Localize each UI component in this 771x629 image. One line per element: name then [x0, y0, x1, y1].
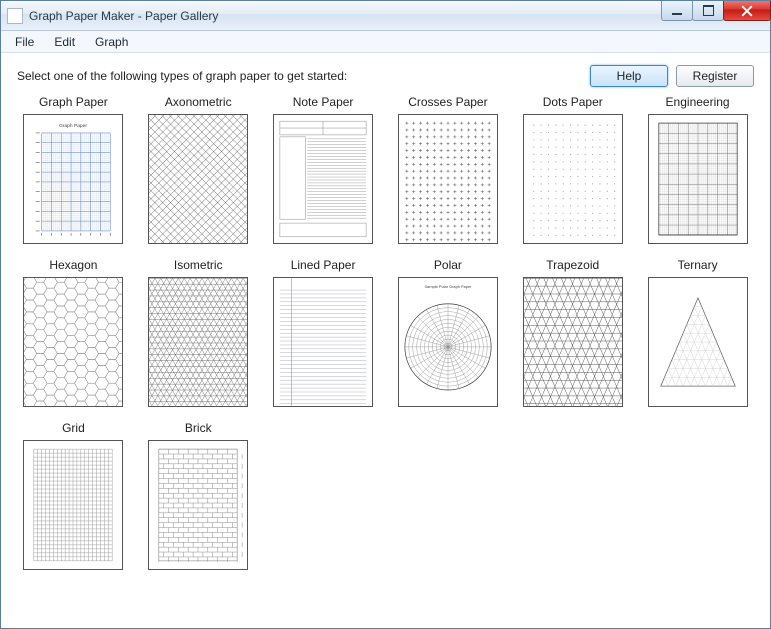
- paper-label: Lined Paper: [291, 258, 356, 274]
- paper-item-grid[interactable]: Grid: [21, 421, 126, 570]
- minimize-button[interactable]: [661, 1, 693, 21]
- paper-thumbnail[interactable]: [23, 440, 123, 570]
- paper-label: Hexagon: [49, 258, 97, 274]
- paper-label: Isometric: [174, 258, 223, 274]
- paper-item-isometric[interactable]: Isometric: [146, 258, 251, 407]
- titlebar: Graph Paper Maker - Paper Gallery: [1, 1, 770, 31]
- menu-edit[interactable]: Edit: [46, 33, 83, 51]
- register-button[interactable]: Register: [676, 65, 754, 87]
- paper-item-note[interactable]: Note Paper: [271, 95, 376, 244]
- svg-text:Graph Paper: Graph Paper: [59, 123, 87, 129]
- paper-label: Engineering: [666, 95, 730, 111]
- paper-thumbnail[interactable]: Graph Paper: [23, 114, 123, 244]
- paper-label: Grid: [62, 421, 85, 437]
- paper-label: Ternary: [678, 258, 718, 274]
- paper-label: Axonometric: [165, 95, 232, 111]
- paper-label: Brick: [185, 421, 212, 437]
- paper-item-axon[interactable]: Axonometric: [146, 95, 251, 244]
- menu-graph[interactable]: Graph: [87, 33, 136, 51]
- menu-file[interactable]: File: [7, 33, 42, 51]
- paper-item-crosses[interactable]: Crosses Paper: [396, 95, 501, 244]
- paper-label: Dots Paper: [543, 95, 603, 111]
- paper-thumbnail[interactable]: [148, 440, 248, 570]
- paper-item-engineering[interactable]: Engineering: [645, 95, 750, 244]
- window-title: Graph Paper Maker - Paper Gallery: [29, 9, 218, 23]
- app-window: Graph Paper Maker - Paper Gallery File E…: [0, 0, 771, 629]
- paper-thumbnail[interactable]: [523, 114, 623, 244]
- paper-thumbnail[interactable]: [148, 114, 248, 244]
- help-button[interactable]: Help: [590, 65, 668, 87]
- paper-thumbnail[interactable]: Sample Polar Graph Paper: [398, 277, 498, 407]
- paper-label: Note Paper: [293, 95, 354, 111]
- paper-label: Polar: [434, 258, 462, 274]
- paper-item-hexagon[interactable]: Hexagon: [21, 258, 126, 407]
- paper-label: Graph Paper: [39, 95, 108, 111]
- prompt-text: Select one of the following types of gra…: [17, 69, 582, 83]
- paper-thumbnail[interactable]: [648, 114, 748, 244]
- paper-label: Crosses Paper: [408, 95, 487, 111]
- close-icon: [741, 5, 753, 17]
- paper-thumbnail[interactable]: [148, 277, 248, 407]
- svg-text:Sample Polar Graph Paper: Sample Polar Graph Paper: [424, 284, 472, 289]
- paper-thumbnail[interactable]: [648, 277, 748, 407]
- menubar: File Edit Graph: [1, 31, 770, 53]
- paper-item-graph[interactable]: Graph Paper Graph Paper: [21, 95, 126, 244]
- paper-thumbnail[interactable]: [23, 277, 123, 407]
- window-controls: [661, 1, 770, 21]
- paper-item-dots[interactable]: Dots Paper: [520, 95, 625, 244]
- app-icon: [7, 8, 23, 24]
- paper-item-ternary[interactable]: Ternary: [645, 258, 750, 407]
- top-row: Select one of the following types of gra…: [17, 63, 754, 89]
- paper-thumbnail[interactable]: [398, 114, 498, 244]
- paper-thumbnail[interactable]: [523, 277, 623, 407]
- content-area: Select one of the following types of gra…: [1, 53, 770, 628]
- maximize-button[interactable]: [692, 1, 724, 21]
- paper-label: Trapezoid: [546, 258, 599, 274]
- paper-gallery: Graph Paper Graph Paper Axonometric Note Pa…: [17, 95, 754, 570]
- paper-item-trapezoid[interactable]: Trapezoid: [520, 258, 625, 407]
- paper-thumbnail[interactable]: [273, 114, 373, 244]
- paper-thumbnail[interactable]: [273, 277, 373, 407]
- close-button[interactable]: [723, 1, 771, 21]
- paper-item-lined[interactable]: Lined Paper: [271, 258, 376, 407]
- paper-item-brick[interactable]: Brick: [146, 421, 251, 570]
- paper-item-polar[interactable]: Polar Sample Polar Graph Paper: [396, 258, 501, 407]
